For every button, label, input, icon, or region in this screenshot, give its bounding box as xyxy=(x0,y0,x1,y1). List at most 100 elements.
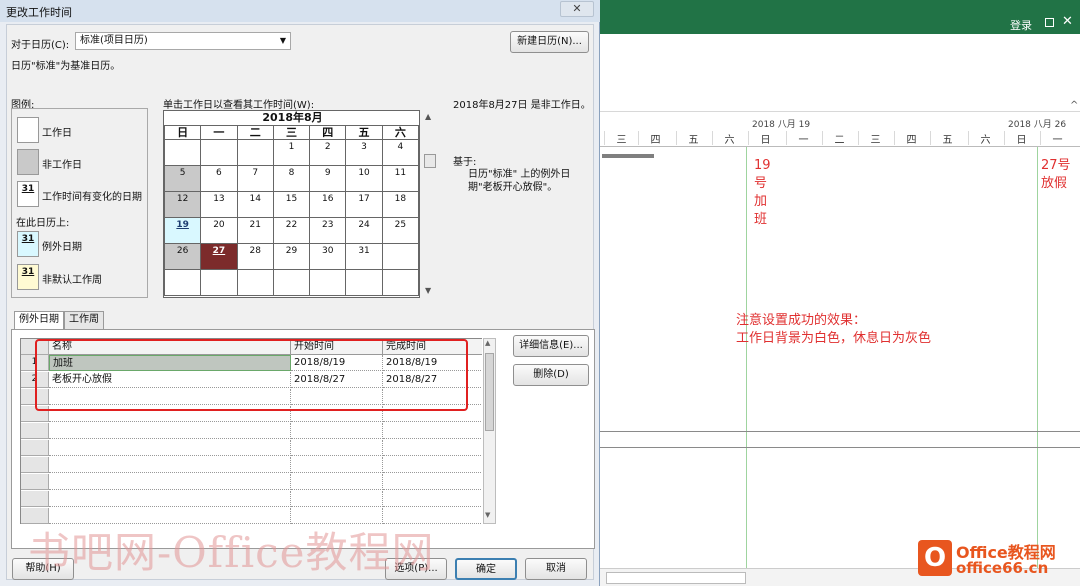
calendar-day[interactable]: 24 xyxy=(345,217,383,244)
note-line: 工作日背景为白色，休息日为灰色 xyxy=(736,331,932,346)
calendar-day[interactable]: 13 xyxy=(200,191,238,218)
calendar-empty-cell xyxy=(236,139,274,166)
calendar-day[interactable]: 17 xyxy=(345,191,383,218)
calendar-day[interactable]: 28 xyxy=(236,243,274,270)
swatch-number: 31 xyxy=(21,234,35,244)
table-row[interactable] xyxy=(21,474,482,490)
calendar-day[interactable]: 23 xyxy=(309,217,347,244)
calendar-day[interactable]: 27 xyxy=(200,243,238,270)
calendar-day[interactable]: 30 xyxy=(309,243,347,270)
calendar-day[interactable]: 9 xyxy=(309,165,347,192)
calendar-day[interactable]: 21 xyxy=(236,217,274,244)
table-cell[interactable] xyxy=(291,474,383,490)
table-cell[interactable] xyxy=(383,457,482,473)
dialog-close-button[interactable]: ✕ xyxy=(560,1,594,17)
calendar-day[interactable]: 31 xyxy=(345,243,383,270)
ok-button[interactable]: 确定 xyxy=(455,558,517,580)
table-row[interactable] xyxy=(21,440,482,456)
table-cell[interactable] xyxy=(49,474,291,490)
calendar-day[interactable]: 2 xyxy=(309,139,347,166)
calendar-day[interactable]: 22 xyxy=(272,217,311,244)
table-cell[interactable] xyxy=(291,457,383,473)
table-cell[interactable] xyxy=(383,491,482,507)
delete-button[interactable]: 删除(D) xyxy=(513,364,589,386)
weekday-header: 四 xyxy=(309,125,347,140)
based-on-description: 日历"标准" 上的例外日期"老板开心放假"。 xyxy=(468,169,571,193)
cancel-button[interactable]: 取消 xyxy=(525,558,587,580)
calendar-day[interactable]: 8 xyxy=(272,165,311,192)
exception-day-swatch: 31 xyxy=(17,231,39,257)
calendar-day[interactable]: 12 xyxy=(163,191,202,218)
calendar-scrollbar[interactable]: ▲ ▼ xyxy=(423,110,437,298)
table-cell[interactable] xyxy=(49,457,291,473)
calendar-day[interactable]: 3 xyxy=(345,139,383,166)
table-cell[interactable] xyxy=(49,491,291,507)
table-cell[interactable] xyxy=(383,474,482,490)
calendar-day[interactable]: 29 xyxy=(272,243,311,270)
calendar-empty-cell xyxy=(163,139,202,166)
exceptions-scrollbar[interactable]: ▲ ▼ xyxy=(483,338,496,524)
table-cell[interactable] xyxy=(291,491,383,507)
timescale-day: 二 xyxy=(822,131,856,146)
gantt-timescale: 2018 八月 19 2018 八月 26 三四五六日一二三四五六日一 xyxy=(600,113,1080,147)
table-cell[interactable] xyxy=(383,423,482,439)
tab-exceptions[interactable]: 例外日期 xyxy=(14,311,64,330)
row-header[interactable] xyxy=(21,491,49,507)
row-header[interactable] xyxy=(21,457,49,473)
calendar-day[interactable]: 19 xyxy=(163,217,202,244)
calendar-select[interactable]: 标准(项目日历) ▼ xyxy=(75,32,291,50)
tab-work-weeks[interactable]: 工作周 xyxy=(64,311,104,329)
gantt-task-bar[interactable] xyxy=(602,154,654,158)
calendar-day[interactable]: 6 xyxy=(200,165,238,192)
calendar-day[interactable]: 16 xyxy=(309,191,347,218)
row-header[interactable] xyxy=(21,474,49,490)
weekday-header: 二 xyxy=(236,125,274,140)
calendar-day[interactable]: 20 xyxy=(200,217,238,244)
row-header[interactable] xyxy=(21,423,49,439)
scroll-down-icon[interactable]: ▼ xyxy=(425,286,431,295)
scroll-up-icon[interactable]: ▲ xyxy=(485,339,490,347)
calendar-day[interactable]: 7 xyxy=(236,165,274,192)
dialog-titlebar[interactable]: 更改工作时间 ✕ xyxy=(0,0,600,22)
logo-url: office66.cn xyxy=(956,559,1049,577)
table-row[interactable] xyxy=(21,423,482,439)
table-cell[interactable] xyxy=(383,440,482,456)
calendar-empty-cell xyxy=(200,269,238,296)
calendar-day[interactable]: 1 xyxy=(272,139,311,166)
gantt-chart-area[interactable]: 19 号 加 班 27号 放假 注意设置成功的效果： 工作日背景为白色，休息日为… xyxy=(600,147,1080,575)
scroll-up-icon[interactable]: ▲ xyxy=(425,112,431,121)
table-row[interactable] xyxy=(21,491,482,507)
calendar-day[interactable]: 4 xyxy=(381,139,420,166)
nondefault-week-swatch: 31 xyxy=(17,264,39,290)
swatch-number: 31 xyxy=(21,267,35,277)
calendar-day[interactable]: 18 xyxy=(381,191,420,218)
collapse-ribbon-icon[interactable]: ^ xyxy=(1070,100,1078,111)
timescale-day: 三 xyxy=(858,131,892,146)
table-cell[interactable] xyxy=(291,440,383,456)
nonworking-day-swatch xyxy=(17,149,39,175)
legend-edited-label: 工作时间有变化的日期 xyxy=(42,192,142,203)
details-button[interactable]: 详细信息(E)... xyxy=(513,335,589,357)
calendar-day[interactable]: 10 xyxy=(345,165,383,192)
new-calendar-button[interactable]: 新建日历(N)... xyxy=(510,31,589,53)
login-link[interactable]: 登录 xyxy=(1010,17,1032,33)
calendar-day[interactable]: 14 xyxy=(236,191,274,218)
scroll-thumb[interactable] xyxy=(485,353,494,431)
scroll-down-icon[interactable]: ▼ xyxy=(485,511,490,519)
calendar-day[interactable]: 25 xyxy=(381,217,420,244)
site-logo: O Office教程网 office66.cn xyxy=(916,536,1076,582)
table-cell[interactable] xyxy=(291,423,383,439)
watermark-text: 书吧网-Office教程网 xyxy=(28,528,435,577)
close-icon[interactable]: ✕ xyxy=(1062,14,1073,29)
table-cell[interactable] xyxy=(49,440,291,456)
calendar-day[interactable]: 26 xyxy=(163,243,202,270)
calendar-day[interactable]: 15 xyxy=(272,191,311,218)
table-cell[interactable] xyxy=(49,423,291,439)
row-header[interactable] xyxy=(21,440,49,456)
ribbon-bar xyxy=(600,0,1080,34)
table-row[interactable] xyxy=(21,457,482,473)
restore-icon[interactable] xyxy=(1045,18,1054,27)
calendar-day[interactable]: 11 xyxy=(381,165,420,192)
scroll-thumb[interactable] xyxy=(424,154,436,168)
calendar-day[interactable]: 5 xyxy=(163,165,202,192)
